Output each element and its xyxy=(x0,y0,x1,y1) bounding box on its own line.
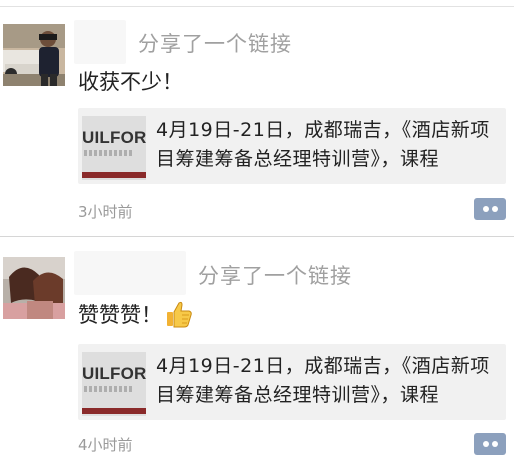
avatar[interactable] xyxy=(3,24,65,86)
thumbnail-red-bar xyxy=(82,408,146,414)
post-text-content: 赞赞赞！ xyxy=(78,303,162,327)
comment-dots-icon[interactable] xyxy=(474,433,506,455)
username-placeholder[interactable] xyxy=(74,251,186,295)
thumbnail-caption-lines xyxy=(84,150,132,156)
avatar[interactable] xyxy=(3,257,65,319)
link-thumbnail: UILFOR xyxy=(82,352,146,416)
link-thumbnail-brand: UILFOR xyxy=(82,128,146,147)
comment-dots-icon[interactable] xyxy=(474,198,506,220)
post-timestamp: 3小时前 xyxy=(78,203,133,221)
thumbs-up-icon xyxy=(167,301,192,328)
thumbnail-red-bar xyxy=(82,172,146,178)
dot xyxy=(483,441,489,447)
avatar-photo-icon xyxy=(3,257,65,319)
link-thumbnail: UILFOR xyxy=(82,116,146,180)
thumbnail-caption-lines xyxy=(84,386,132,392)
feed-post: 分享了一个链接 赞赞赞！ UILFOR 4月19日-21日，成都瑞吉，《酒店新项… xyxy=(0,237,514,462)
post-timestamp: 4小时前 xyxy=(78,436,133,454)
link-card[interactable]: UILFOR 4月19日-21日，成都瑞吉，《酒店新项目筹建筹备总经理特训营》，… xyxy=(78,108,506,184)
dot xyxy=(483,206,489,212)
post-text: 赞赞赞！ xyxy=(78,299,192,329)
link-title: 4月19日-21日，成都瑞吉，《酒店新项目筹建筹备总经理特训营》，课程 xyxy=(156,119,490,170)
shared-link-label: 分享了一个链接 xyxy=(138,32,292,56)
shared-link-label: 分享了一个链接 xyxy=(198,264,352,288)
username-placeholder[interactable] xyxy=(74,20,126,64)
link-thumbnail-brand: UILFOR xyxy=(82,364,146,383)
feed-post: 分享了一个链接 收获不少！ UILFOR 4月19日-21日，成都瑞吉，《酒店新… xyxy=(0,0,514,236)
link-title: 4月19日-21日，成都瑞吉，《酒店新项目筹建筹备总经理特训营》，课程 xyxy=(156,355,490,406)
avatar-photo-icon xyxy=(3,24,65,86)
dot xyxy=(492,441,498,447)
post-text-content: 收获不少！ xyxy=(78,70,183,94)
dot xyxy=(492,206,498,212)
post-text: 收获不少！ xyxy=(78,66,183,96)
link-card[interactable]: UILFOR 4月19日-21日，成都瑞吉，《酒店新项目筹建筹备总经理特训营》，… xyxy=(78,344,506,420)
